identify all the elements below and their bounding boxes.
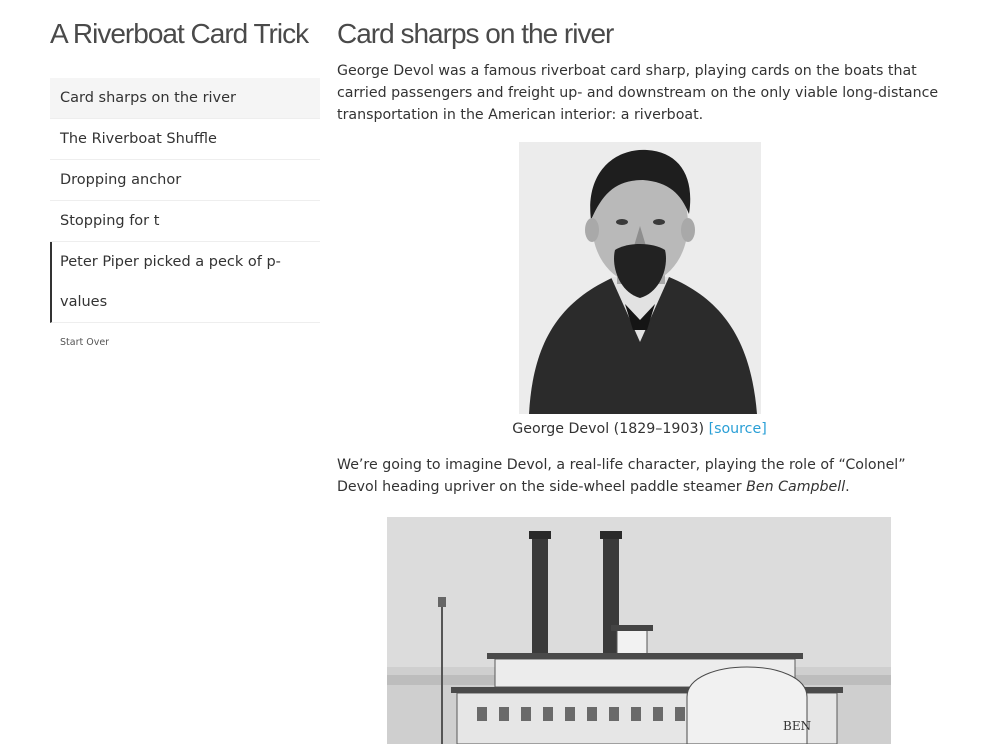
ben-campbell-steamer-image: BEN xyxy=(387,517,891,744)
paddle-box-sign: BEN xyxy=(783,719,811,733)
sidebar-item-stopping-for-t[interactable]: Stopping for t xyxy=(50,201,320,242)
page-title: Card sharps on the river xyxy=(337,18,614,49)
sidebar-item-peter-piper[interactable]: Peter Piper picked a peck of p-values xyxy=(50,242,320,323)
second-paragraph: We’re going to imagine Devol, a real-lif… xyxy=(337,454,942,498)
site-title: A Riverboat Card Trick xyxy=(50,18,309,49)
start-over-link[interactable]: Start Over xyxy=(60,337,320,348)
intro-paragraph: George Devol was a famous riverboat card… xyxy=(337,63,939,123)
sidebar-item-card-sharps[interactable]: Card sharps on the river xyxy=(50,78,320,119)
portrait-caption: George Devol (1829–1903) [source] xyxy=(337,418,942,440)
ship-name: Ben Campbell xyxy=(746,479,846,495)
sidebar-item-dropping-anchor[interactable]: Dropping anchor xyxy=(50,160,320,201)
portrait-figure: George Devol (1829–1903) [source] xyxy=(337,142,942,440)
second-paragraph-end: . xyxy=(845,479,850,495)
portrait-caption-text: George Devol (1829–1903) xyxy=(512,421,705,437)
main-content: Card sharps on the river George Devol wa… xyxy=(337,18,942,498)
sidebar-item-riverboat-shuffle[interactable]: The Riverboat Shuffle xyxy=(50,119,320,160)
portrait-source-link[interactable]: [source] xyxy=(709,421,767,437)
sidebar-nav: Card sharps on the river The Riverboat S… xyxy=(50,78,320,348)
george-devol-portrait-image xyxy=(518,142,761,414)
